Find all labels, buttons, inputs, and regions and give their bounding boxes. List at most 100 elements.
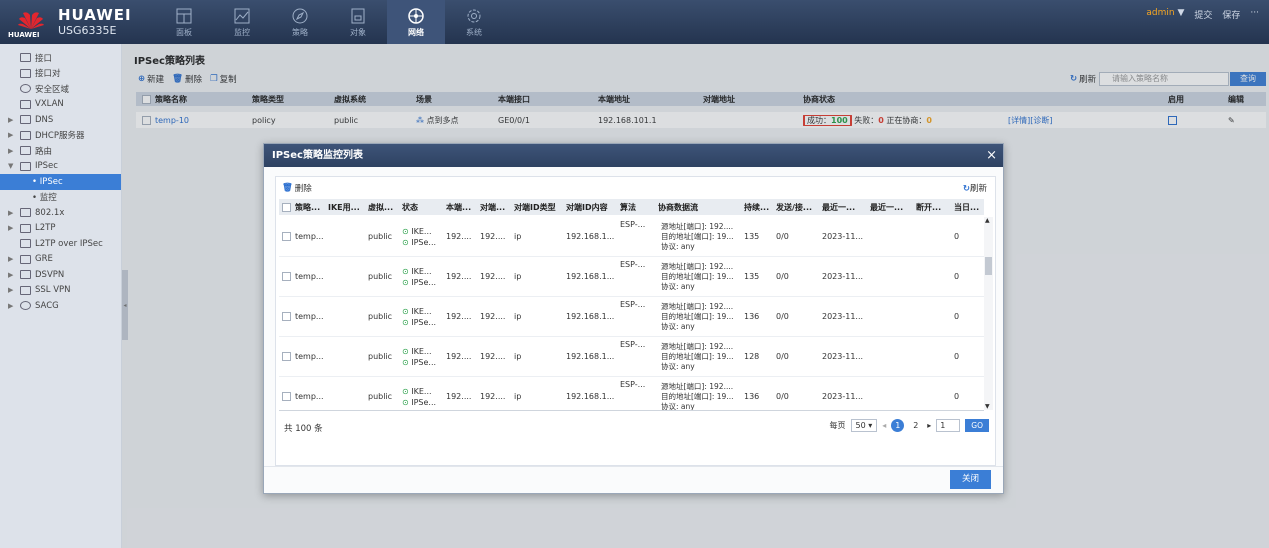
scroll-down-icon[interactable]: ▼	[985, 403, 990, 410]
close-button[interactable]: 关闭	[950, 470, 991, 489]
monitor-refresh-button[interactable]: ↻刷新	[963, 182, 987, 194]
sidebar-item-label: GRE	[35, 254, 53, 265]
nav-dashboard[interactable]: 面板	[155, 0, 213, 44]
policy-name: temp...	[295, 232, 324, 241]
today-cell: 0	[954, 352, 960, 361]
close-icon[interactable]: ×	[986, 144, 997, 167]
column-header: 当日...	[954, 202, 980, 212]
vertical-scrollbar[interactable]: ▲ ▼	[984, 217, 993, 410]
sidebar-item-monitor[interactable]: • 监控	[0, 190, 121, 206]
nav-monitor[interactable]: 监控	[213, 0, 271, 44]
column-header: 算法	[620, 202, 636, 212]
dashboard-icon	[176, 8, 192, 23]
nav-network[interactable]: 网络	[387, 0, 445, 44]
check-circle-icon: ⊙	[402, 346, 409, 356]
monitor-table-header: 策略... IKE用... 虚拟... 状态 本端... 对端... 对端ID类…	[279, 199, 984, 215]
page-2-button[interactable]: 2	[909, 419, 922, 432]
sidebar-item-label: SSL VPN	[35, 285, 71, 296]
row-checkbox[interactable]	[282, 312, 291, 321]
go-button[interactable]: GO	[965, 419, 989, 432]
page-1-button[interactable]: 1	[891, 419, 905, 432]
table-row[interactable]: temp... public ⊙ IKE... ⊙ IPSe... 192....…	[279, 337, 984, 377]
sidebar-item-gre[interactable]: ▶ GRE	[0, 252, 121, 268]
sidebar-item-interface-pair[interactable]: 接口对	[0, 66, 121, 82]
table-row[interactable]: temp... public ⊙ IKE... ⊙ IPSe... 192....…	[279, 377, 984, 410]
duration-cell: 128	[744, 352, 760, 361]
row-checkbox[interactable]	[282, 272, 291, 281]
sidebar-item-sacg[interactable]: ▶ SACG	[0, 298, 121, 314]
status-cell: ⊙ IKE... ⊙ IPSe...	[399, 266, 443, 288]
sidebar: 接口 接口对 安全区域 VXLAN ▶ DNS ▶ DHCP服务器 ▶ 路由 ▼ IPS…	[0, 44, 122, 548]
sidebar-item-ssl-vpn[interactable]: ▶ SSL VPN	[0, 283, 121, 299]
sidebar-item-dhcp-server[interactable]: ▶ DHCP服务器	[0, 128, 121, 144]
data-flow-cell: 源地址[端口]: 192.... 目的地址[端口]: 19... 协议: any	[655, 342, 741, 372]
column-header[interactable]: 策略...	[279, 202, 325, 213]
row-checkbox[interactable]	[282, 392, 291, 401]
flow-destination: 目的地址[端口]: 19...	[661, 231, 734, 241]
algorithm-cell: ESP-...	[620, 220, 646, 229]
route-icon	[20, 146, 31, 156]
monitor-icon	[234, 8, 250, 23]
policy-cell: temp...	[279, 392, 325, 401]
more-icon[interactable]: ···	[1250, 8, 1259, 21]
nav-label: 网络	[408, 27, 424, 37]
vsys-cell: public	[368, 272, 393, 281]
local-cell: 192....	[446, 272, 472, 281]
expand-arrow-icon: ▶	[8, 208, 14, 217]
table-row[interactable]: temp... public ⊙ IKE... ⊙ IPSe... 192....…	[279, 297, 984, 337]
per-page-label: 每页	[829, 421, 846, 430]
recent-cell: 2023-11...	[822, 392, 864, 401]
today-cell: 0	[954, 272, 960, 281]
column-header: 状态	[402, 202, 418, 212]
flow-protocol: 协议: any	[661, 401, 695, 411]
per-page-select[interactable]: 50 ▾	[850, 419, 878, 432]
table-row[interactable]: temp... public ⊙ IKE... ⊙ IPSe... 192....…	[279, 217, 984, 257]
table-row[interactable]: temp... public ⊙ IKE... ⊙ IPSe... 192....…	[279, 257, 984, 297]
peer-cell: 192....	[480, 392, 506, 401]
check-circle-icon: ⊙	[402, 357, 409, 367]
local-cell: 192....	[446, 392, 472, 401]
monitor-delete-button[interactable]: 🗑 删除	[282, 182, 312, 194]
policy-name: temp...	[295, 312, 324, 321]
sidebar-item-security-zone[interactable]: 安全区域	[0, 81, 121, 97]
algorithm-cell: ESP-...	[620, 260, 646, 269]
select-all-checkbox[interactable]	[282, 202, 291, 212]
row-checkbox[interactable]	[282, 352, 291, 361]
peer-id-value-cell: 192.168.1...	[566, 272, 615, 281]
check-circle-icon: ⊙	[402, 386, 409, 396]
nav-system[interactable]: 系统	[445, 0, 503, 44]
sidebar-item-ipsec[interactable]: • IPSec	[0, 174, 121, 190]
column-header: 断开...	[916, 202, 942, 212]
user-menu[interactable]: admin ▼	[1146, 8, 1184, 21]
policy-cell: temp...	[279, 272, 325, 281]
check-circle-icon: ⊙	[402, 226, 409, 236]
save-link[interactable]: 保存	[1222, 8, 1240, 21]
sidebar-item-ipsec-group[interactable]: ▼ IPSec	[0, 159, 121, 175]
expand-arrow-icon: ▶	[8, 115, 14, 124]
sidebar-item-dsvpn[interactable]: ▶ DSVPN	[0, 267, 121, 283]
dialog-footer: 关闭	[264, 466, 1003, 494]
sidebar-item-route[interactable]: ▶ 路由	[0, 143, 121, 159]
today-cell: 0	[954, 312, 960, 321]
ike-status: IKE...	[411, 306, 432, 316]
next-page-icon[interactable]: ▸	[927, 421, 931, 430]
sidebar-item-l2tp-over-ipsec[interactable]: L2TP over IPSec	[0, 236, 121, 252]
submit-link[interactable]: 提交	[1194, 8, 1212, 21]
policy-cell: temp...	[279, 232, 325, 241]
sidebar-item-8021x[interactable]: ▶ 802.1x	[0, 205, 121, 221]
sidebar-item-vxlan[interactable]: VXLAN	[0, 97, 121, 113]
nav-label: 面板	[176, 27, 192, 37]
sidebar-item-dns[interactable]: ▶ DNS	[0, 112, 121, 128]
nav-policy[interactable]: 策略	[271, 0, 329, 44]
prev-page-icon[interactable]: ◂	[882, 421, 886, 430]
row-checkbox[interactable]	[282, 232, 291, 241]
sidebar-item-interface[interactable]: 接口	[0, 50, 121, 66]
flow-protocol: 协议: any	[661, 241, 695, 251]
scroll-up-icon[interactable]: ▲	[985, 217, 990, 224]
goto-page-input[interactable]: 1	[936, 419, 961, 432]
nav-object[interactable]: 对象	[329, 0, 387, 44]
peer-id-value-cell: 192.168.1...	[566, 232, 615, 241]
sidebar-item-l2tp[interactable]: ▶ L2TP	[0, 221, 121, 237]
username: admin	[1146, 8, 1175, 18]
scrollbar-thumb[interactable]	[985, 257, 992, 275]
